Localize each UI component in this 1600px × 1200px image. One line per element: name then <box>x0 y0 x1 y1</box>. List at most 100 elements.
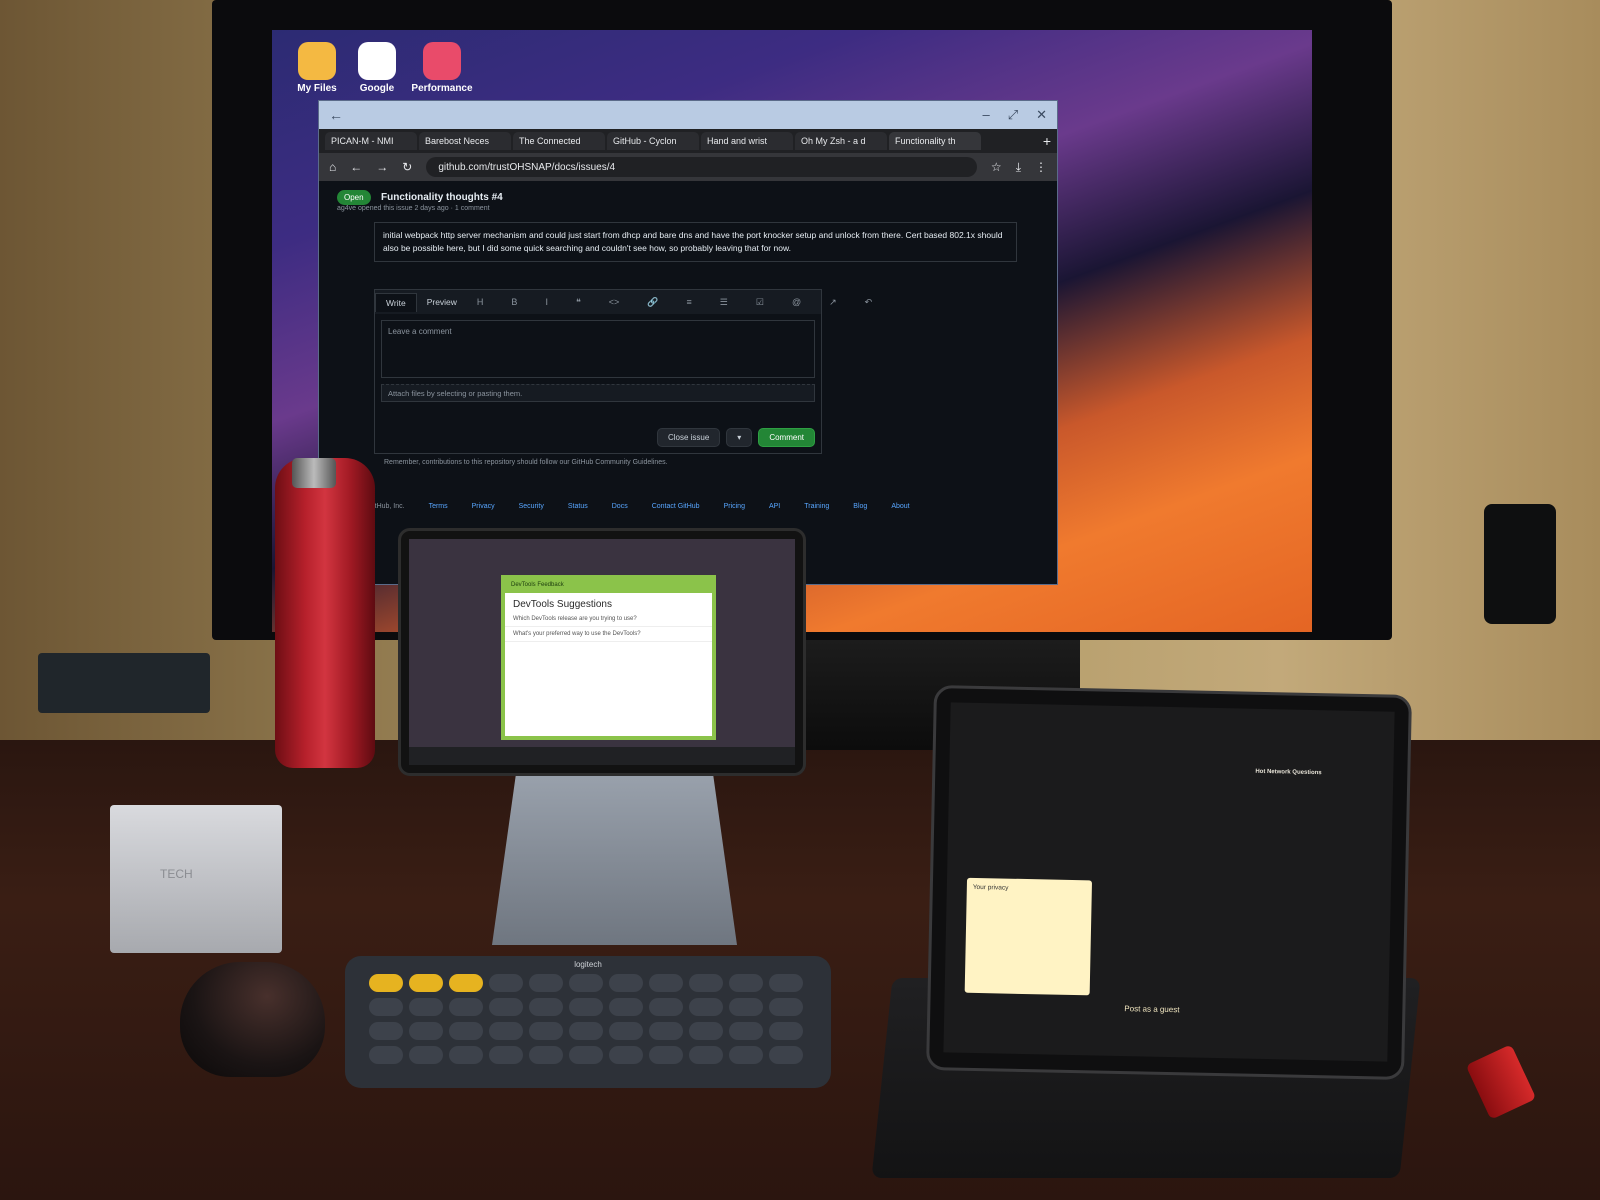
key[interactable] <box>409 1022 443 1040</box>
back-arrow-icon[interactable]: ← <box>329 107 343 123</box>
comment-button[interactable]: Comment <box>758 428 815 447</box>
key[interactable] <box>689 974 723 992</box>
footer-link[interactable]: Blog <box>853 503 867 510</box>
browser-tab-active[interactable]: Functionality th <box>889 132 981 150</box>
download-icon[interactable]: ⤓ <box>1016 160 1021 175</box>
launcher-performance[interactable]: Performance <box>407 42 477 94</box>
browser-tab[interactable]: The Connected <box>513 132 605 150</box>
key[interactable] <box>569 974 603 992</box>
key[interactable] <box>449 1022 483 1040</box>
key[interactable] <box>649 974 683 992</box>
footer-link[interactable]: Terms <box>429 503 448 510</box>
key[interactable] <box>609 974 643 992</box>
key[interactable] <box>769 1046 803 1064</box>
forward-icon[interactable]: → <box>376 160 388 174</box>
key[interactable] <box>489 998 523 1016</box>
key[interactable] <box>649 1022 683 1040</box>
close-issue-dropdown[interactable]: ▾ <box>726 428 753 447</box>
key-row <box>369 998 803 1016</box>
menu-kebab-icon[interactable]: ⋮ <box>1035 160 1047 174</box>
browser-tab[interactable]: GitHub - Cyclon <box>607 132 699 150</box>
back-icon[interactable]: ← <box>350 160 362 174</box>
survey-question[interactable]: What's your preferred way to use the Dev… <box>505 627 712 642</box>
footer-link[interactable]: Security <box>519 503 544 510</box>
footer-link[interactable]: Privacy <box>472 503 495 510</box>
key[interactable] <box>449 974 483 992</box>
bullet-list-icon[interactable]: ≡ <box>677 293 702 312</box>
key[interactable] <box>449 1046 483 1064</box>
key[interactable] <box>769 1022 803 1040</box>
key[interactable] <box>729 974 763 992</box>
key[interactable] <box>689 1022 723 1040</box>
key[interactable] <box>489 974 523 992</box>
bookmark-star-icon[interactable]: ☆ <box>991 160 1002 174</box>
footer-link[interactable]: Status <box>568 503 588 510</box>
browser-tab[interactable]: PICAN-M - NMI <box>325 132 417 150</box>
post-as-guest-button[interactable]: Post as a guest <box>1124 1004 1179 1014</box>
key[interactable] <box>689 1046 723 1064</box>
key[interactable] <box>369 1022 403 1040</box>
key[interactable] <box>689 998 723 1016</box>
survey-question[interactable]: Which DevTools release are you trying to… <box>505 612 712 627</box>
browser-tab[interactable]: Barebost Neces <box>419 132 511 150</box>
key[interactable] <box>369 974 403 992</box>
maximize-icon[interactable]: ⤢ <box>1008 107 1018 123</box>
key[interactable] <box>729 998 763 1016</box>
numbered-list-icon[interactable]: ☰ <box>710 293 738 312</box>
footer-link[interactable]: Training <box>804 503 829 510</box>
key[interactable] <box>649 998 683 1016</box>
browser-tab[interactable]: Hand and wrist <box>701 132 793 150</box>
key[interactable] <box>529 998 563 1016</box>
mention-icon[interactable]: @ <box>782 293 811 312</box>
footer-link[interactable]: Pricing <box>724 503 745 510</box>
comment-textarea[interactable]: Leave a comment <box>381 320 815 378</box>
bold-icon[interactable]: B <box>501 293 527 312</box>
tab-preview[interactable]: Preview <box>417 293 467 311</box>
key[interactable] <box>489 1022 523 1040</box>
reference-icon[interactable]: ↗ <box>819 293 847 312</box>
code-icon[interactable]: <> <box>599 293 630 312</box>
launcher-google[interactable]: Google <box>342 42 412 94</box>
key[interactable] <box>529 1046 563 1064</box>
key[interactable] <box>729 1046 763 1064</box>
key[interactable] <box>449 998 483 1016</box>
link-icon[interactable]: 🔗 <box>637 293 668 312</box>
key[interactable] <box>409 974 443 992</box>
quote-icon[interactable]: ❝ <box>566 293 591 312</box>
new-tab-button[interactable]: + <box>1043 133 1051 149</box>
tab-write[interactable]: Write <box>375 292 417 312</box>
footer-link[interactable]: API <box>769 503 780 510</box>
key[interactable] <box>769 974 803 992</box>
minimize-icon[interactable]: – <box>982 107 989 123</box>
footer-link[interactable]: About <box>891 503 909 510</box>
footer-link[interactable]: Contact GitHub <box>652 503 700 510</box>
key[interactable] <box>569 998 603 1016</box>
key[interactable] <box>609 1046 643 1064</box>
key[interactable] <box>769 998 803 1016</box>
close-icon[interactable]: ✕ <box>1036 107 1047 123</box>
key[interactable] <box>409 1046 443 1064</box>
close-issue-button[interactable]: Close issue <box>656 428 721 447</box>
italic-icon[interactable]: I <box>535 293 558 312</box>
key[interactable] <box>569 1046 603 1064</box>
reload-icon[interactable]: ↻ <box>402 160 412 174</box>
task-list-icon[interactable]: ☑ <box>746 293 774 312</box>
key[interactable] <box>369 1046 403 1064</box>
key[interactable] <box>409 998 443 1016</box>
key[interactable] <box>609 1022 643 1040</box>
address-bar[interactable]: github.com/trustOHSNAP/docs/issues/4 <box>426 157 977 177</box>
browser-tab[interactable]: Oh My Zsh - a d <box>795 132 887 150</box>
key[interactable] <box>569 1022 603 1040</box>
key[interactable] <box>369 998 403 1016</box>
key[interactable] <box>489 1046 523 1064</box>
footer-link[interactable]: Docs <box>612 503 628 510</box>
key[interactable] <box>649 1046 683 1064</box>
key[interactable] <box>529 1022 563 1040</box>
key[interactable] <box>529 974 563 992</box>
undo-icon[interactable]: ↶ <box>855 293 883 312</box>
key[interactable] <box>729 1022 763 1040</box>
key[interactable] <box>609 998 643 1016</box>
heading-icon[interactable]: H <box>467 293 494 312</box>
attach-files-bar[interactable]: Attach files by selecting or pasting the… <box>381 384 815 402</box>
home-icon[interactable]: ⌂ <box>329 160 336 174</box>
